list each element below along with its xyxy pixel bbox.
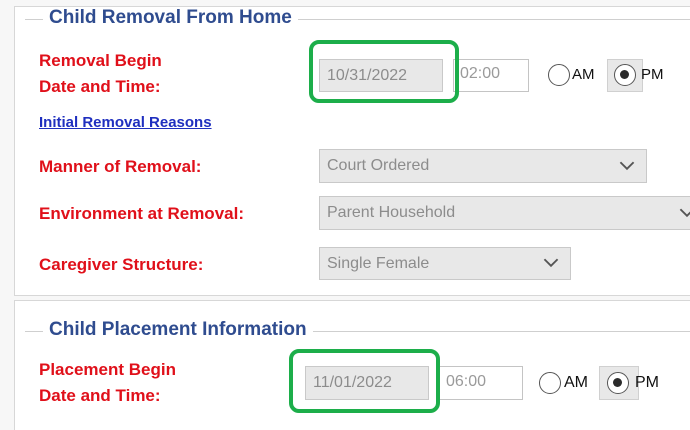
removal-am-radio[interactable]	[548, 64, 570, 86]
manner-of-removal-select[interactable]: Court Ordered	[319, 149, 647, 183]
removal-legend: Child Removal From Home	[43, 7, 298, 29]
removal-pm-label: PM	[641, 66, 664, 83]
removal-time-field[interactable]: 02:00	[453, 59, 529, 92]
caregiver-structure-value: Single Female	[327, 255, 430, 272]
placement-am-label: AM	[564, 374, 588, 391]
removal-date-highlight	[309, 40, 459, 103]
placement-pm-label: PM	[635, 374, 659, 391]
caregiver-structure-select[interactable]: Single Female	[319, 247, 571, 280]
removal-begin-label-line1: Removal Begin	[39, 51, 162, 70]
environment-at-removal-label: Environment at Removal:	[39, 204, 244, 223]
placement-begin-label-line1: Placement Begin	[39, 360, 176, 379]
removal-pm-radio[interactable]	[614, 64, 636, 86]
environment-at-removal-value: Parent Household	[327, 204, 456, 221]
chevron-down-icon	[543, 258, 559, 268]
chevron-down-icon	[619, 161, 635, 171]
radio-selected-dot	[613, 378, 622, 387]
manner-of-removal-value: Court Ordered	[327, 157, 430, 174]
placement-pm-radio[interactable]	[607, 372, 629, 394]
placement-legend: Child Placement Information	[43, 319, 313, 341]
initial-removal-reasons-link[interactable]: Initial Removal Reasons	[39, 114, 212, 131]
environment-at-removal-select[interactable]: Parent Household	[319, 196, 690, 230]
removal-am-label: AM	[572, 66, 595, 83]
placement-date-highlight	[289, 349, 440, 413]
placement-time-field[interactable]: 06:00	[439, 366, 523, 400]
chevron-down-icon	[679, 208, 690, 218]
removal-begin-label-line2: Date and Time:	[39, 77, 161, 96]
caregiver-structure-label: Caregiver Structure:	[39, 255, 204, 274]
placement-am-radio[interactable]	[539, 372, 561, 394]
placement-begin-label-line2: Date and Time:	[39, 386, 161, 405]
radio-selected-dot	[620, 70, 629, 79]
manner-of-removal-label: Manner of Removal:	[39, 157, 202, 176]
